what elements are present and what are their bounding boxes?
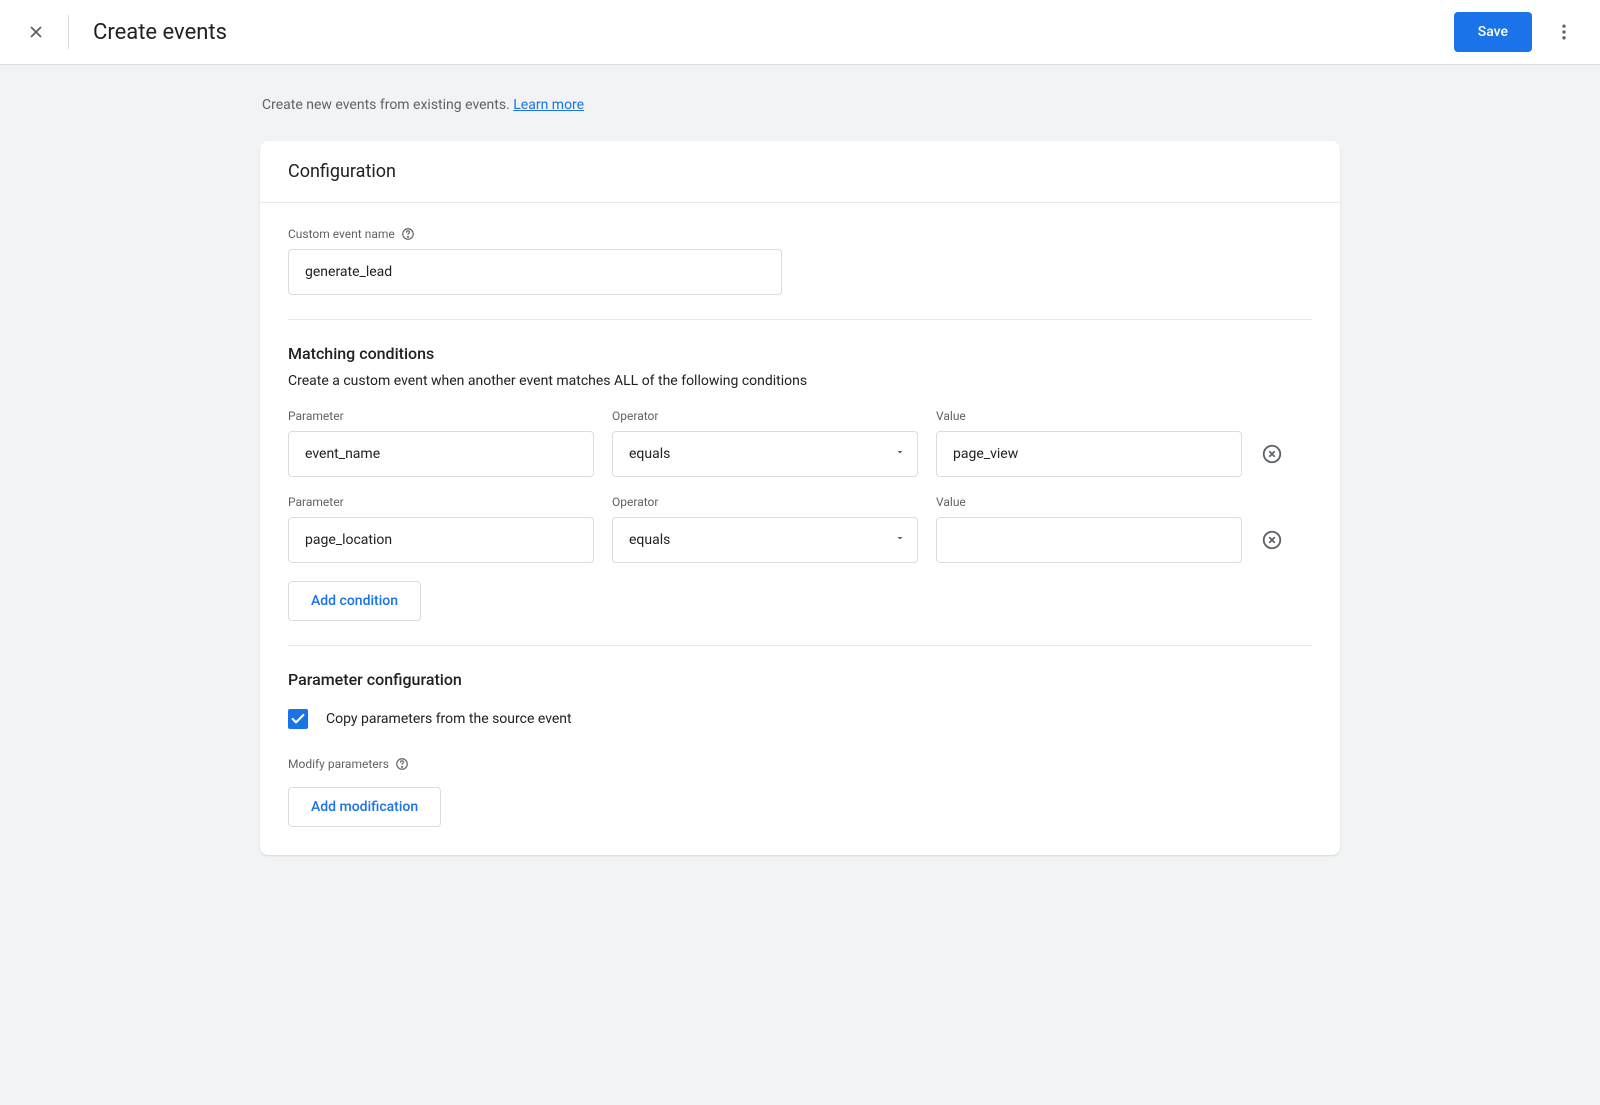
parameter-configuration-title: Parameter configuration [288,670,1312,689]
custom-event-name-input[interactable] [288,249,782,295]
copy-parameters-label: Copy parameters from the source event [326,711,572,727]
parameter-input[interactable] [288,517,594,563]
section-divider [288,645,1312,646]
copy-parameters-checkbox[interactable] [288,709,308,729]
modify-parameters-label-text: Modify parameters [288,757,389,771]
value-input[interactable] [936,517,1242,563]
page-title: Create events [93,20,1454,45]
value-input[interactable] [936,431,1242,477]
matching-conditions-title: Matching conditions [288,344,1312,363]
matching-conditions-description: Create a custom event when another event… [288,373,1312,389]
remove-circle-icon [1261,443,1283,465]
learn-more-link[interactable]: Learn more [513,97,584,113]
more-menu-button[interactable] [1544,12,1584,52]
close-button[interactable] [16,12,56,52]
condition-row: Parameter Operator Value [288,495,1312,563]
main-content: Create new events from existing events. … [260,65,1340,895]
value-label: Value [936,495,1242,509]
close-icon [26,22,46,42]
header-divider [68,15,69,49]
custom-event-name-label: Custom event name [288,227,1312,241]
remove-condition-button[interactable] [1260,517,1284,563]
operator-value[interactable] [612,517,918,563]
modify-parameters-label: Modify parameters [288,757,1312,771]
intro-text: Create new events from existing events. … [260,97,1340,113]
operator-select[interactable] [612,431,918,477]
operator-label: Operator [612,409,918,423]
help-icon[interactable] [401,227,415,241]
more-vert-icon [1554,22,1574,42]
card-body: Custom event name Matching conditions Cr… [260,203,1340,855]
operator-value[interactable] [612,431,918,477]
remove-circle-icon [1261,529,1283,551]
section-divider [288,319,1312,320]
add-modification-button[interactable]: Add modification [288,787,441,827]
custom-event-name-label-text: Custom event name [288,227,395,241]
header-bar: Create events Save [0,0,1600,65]
save-button[interactable]: Save [1454,12,1532,52]
copy-parameters-row: Copy parameters from the source event [288,709,1312,729]
parameter-label: Parameter [288,495,594,509]
intro-description: Create new events from existing events. [262,97,513,113]
parameter-label: Parameter [288,409,594,423]
operator-select[interactable] [612,517,918,563]
card-title: Configuration [288,161,1312,182]
value-label: Value [936,409,1242,423]
help-icon[interactable] [395,757,409,771]
add-condition-button[interactable]: Add condition [288,581,421,621]
check-icon [290,711,306,727]
parameter-input[interactable] [288,431,594,477]
operator-label: Operator [612,495,918,509]
configuration-card: Configuration Custom event name Matching… [260,141,1340,855]
card-header: Configuration [260,141,1340,203]
condition-row: Parameter Operator Value [288,409,1312,477]
remove-condition-button[interactable] [1260,431,1284,477]
